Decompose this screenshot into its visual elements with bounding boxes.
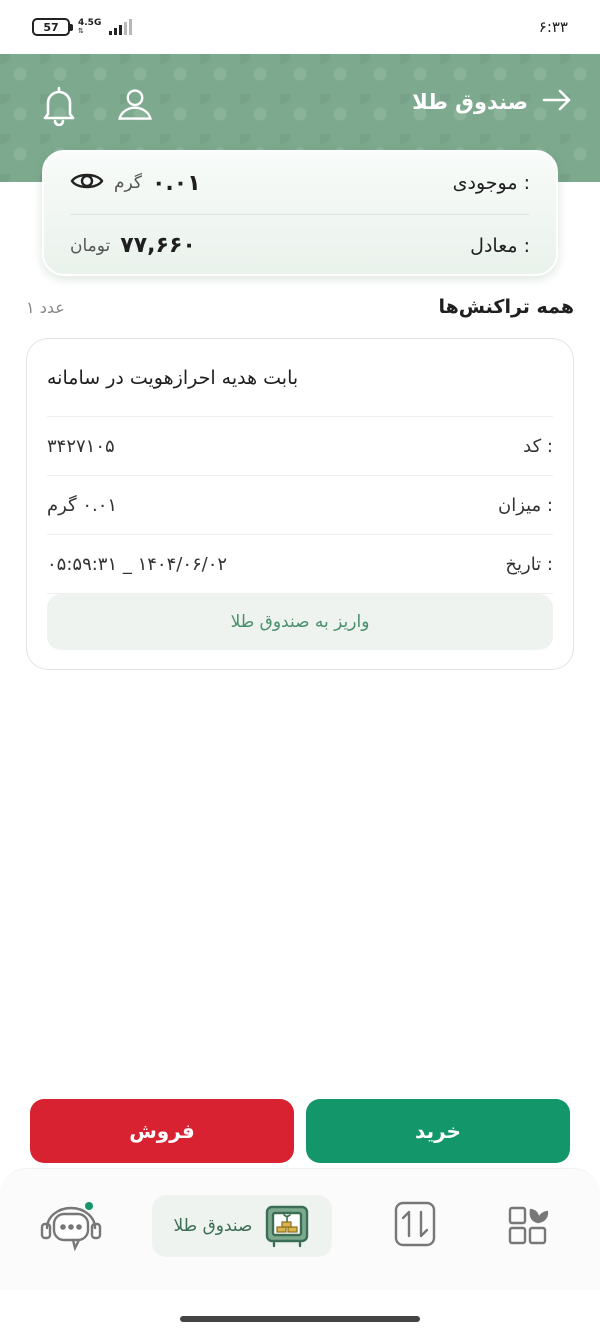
balance-card: ۰.۰۱ گرم موجودی : ۷۷,۶۶۰ تومان معادل :: [42, 150, 558, 276]
equivalent-value: ۷۷,۶۶۰: [120, 233, 196, 258]
transactions-count: ۱ عدد: [26, 297, 65, 317]
battery-icon: 57: [32, 18, 73, 36]
stock-unit: گرم: [114, 173, 142, 193]
nav-transfer[interactable]: [392, 1199, 438, 1249]
nav-support[interactable]: [38, 1199, 104, 1255]
transactions-title: همه تراکنش‌ها: [438, 296, 575, 318]
transaction-date-label: تاریخ :: [505, 553, 553, 575]
data-arrows-icon: ⇅: [78, 27, 84, 35]
status-time: ۶:۳۳: [538, 18, 568, 36]
transaction-amount-label: میزان :: [497, 494, 553, 516]
transaction-amount: ۰.۰۱ گرم: [47, 494, 118, 516]
bell-icon[interactable]: [40, 84, 78, 130]
gold-fund-screen: 57 4.5G ⇅ ۶:۳۳ صندوق طلا ۰.۰۱ گرم موجودی…: [0, 0, 600, 1334]
apps-grid-icon: [508, 1206, 549, 1245]
buy-button[interactable]: خرید: [306, 1099, 570, 1163]
battery-level: 57: [43, 20, 59, 34]
transaction-date: ۱۴۰۴/۰۶/۰۲ _ ۰۵:۵۹:۳۱: [47, 553, 228, 575]
transaction-code-label: کد :: [523, 435, 553, 457]
transaction-card[interactable]: بابت هدیه احرازهویت در سامانه ۳۴۲۷۱۰۵ کد…: [26, 338, 574, 670]
transaction-date-row: ۱۴۰۴/۰۶/۰۲ _ ۰۵:۵۹:۳۱ تاریخ :: [47, 535, 553, 594]
stock-row: ۰.۰۱ گرم موجودی :: [70, 152, 530, 214]
nav-gold-fund[interactable]: صندوق طلا: [152, 1195, 332, 1257]
header-actions: [40, 84, 154, 130]
stock-label: موجودی :: [452, 172, 530, 194]
equivalent-row: ۷۷,۶۶۰ تومان معادل :: [70, 214, 530, 276]
transaction-code: ۳۴۲۷۱۰۵: [47, 435, 115, 457]
equivalent-label: معادل :: [470, 234, 530, 257]
bottom-nav: صندوق طلا: [0, 1168, 600, 1290]
status-indicators: 57 4.5G ⇅: [32, 18, 133, 36]
gold-box-icon: [266, 1205, 309, 1248]
transaction-status-badge: واریز به صندوق طلا: [47, 594, 553, 650]
action-buttons: فروش خرید: [30, 1099, 570, 1163]
eye-icon[interactable]: [70, 170, 104, 196]
transaction-code-row: ۳۴۲۷۱۰۵ کد :: [47, 417, 553, 476]
nav-apps[interactable]: [506, 1199, 552, 1249]
network-indicator: 4.5G ⇅: [78, 19, 101, 35]
transaction-description: بابت هدیه احرازهویت در سامانه: [47, 339, 553, 417]
transfer-icon: [394, 1201, 436, 1247]
header-title-group: صندوق طلا: [412, 88, 572, 116]
stock-value: ۰.۰۱: [152, 170, 201, 196]
equivalent-value-group: ۷۷,۶۶۰ تومان: [70, 233, 196, 258]
nav-gold-fund-label: صندوق طلا: [173, 1216, 253, 1236]
home-indicator: [180, 1316, 420, 1322]
signal-icon: [109, 19, 133, 35]
equivalent-unit: تومان: [70, 235, 111, 256]
transaction-amount-row: ۰.۰۱ گرم میزان :: [47, 476, 553, 535]
user-icon[interactable]: [116, 84, 154, 130]
arrow-right-icon[interactable]: [542, 88, 572, 116]
support-chat-icon: [40, 1202, 102, 1252]
status-bar: 57 4.5G ⇅ ۶:۳۳: [0, 0, 600, 54]
transactions-header: ۱ عدد همه تراکنش‌ها: [26, 292, 574, 322]
page-title: صندوق طلا: [412, 90, 528, 114]
sell-button[interactable]: فروش: [30, 1099, 294, 1163]
stock-value-group: ۰.۰۱ گرم: [70, 170, 201, 196]
